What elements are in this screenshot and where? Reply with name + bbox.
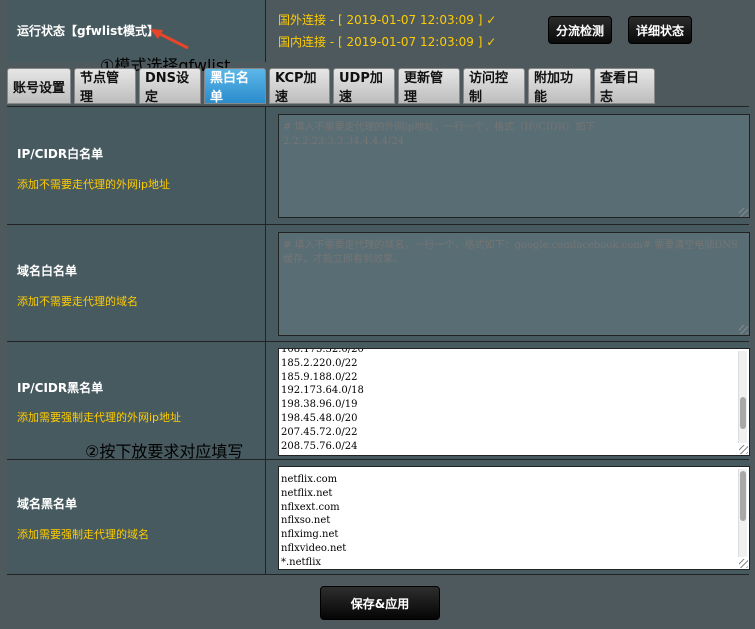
ip_black-line: 185.2.220.0/22	[281, 357, 358, 369]
tab-update[interactable]: 更新管理	[398, 68, 460, 105]
tab-access-control[interactable]: 访问控制	[463, 68, 525, 105]
ip_black-line: 208.75.76.0/24	[281, 440, 358, 452]
domain-blacklist-desc: 添加需要强制走代理的域名	[17, 528, 149, 541]
resize-handle-icon[interactable]	[739, 559, 748, 568]
ip_black-line: 108.175.32.0/20	[281, 348, 364, 355]
tab-logs[interactable]: 查看日志	[594, 68, 655, 105]
ip_black-line: 192.173.64.0/18	[281, 385, 364, 397]
tab-addons[interactable]: 附加功能	[528, 68, 591, 105]
resize-handle-icon[interactable]	[739, 208, 748, 217]
domain-blacklist-title: 域名黑名单	[17, 497, 78, 511]
bottom-bar: 保存&应用	[0, 576, 755, 629]
ip-whitelist-textarea[interactable]	[278, 114, 750, 218]
scrollbar[interactable]	[738, 469, 747, 557]
save-apply-button[interactable]: 保存&应用	[320, 586, 440, 620]
tab-kcp[interactable]: KCP加速	[269, 68, 330, 105]
resize-handle-icon[interactable]	[739, 445, 748, 454]
tab-blackwhite-list[interactable]: 黑白名单	[204, 68, 266, 105]
row-label-cell: 域名黑名单 添加需要强制走代理的域名	[7, 460, 266, 574]
ip_black-line: 185.9.188.0/22	[281, 371, 358, 383]
domain-whitelist-title: 域名白名单	[17, 264, 78, 278]
tab-account[interactable]: 账号设置	[7, 68, 71, 104]
domain_black-line: *.netflix	[281, 556, 322, 568]
domain_black-line: netflix.net	[281, 487, 333, 499]
domain_black-line: nflxso.net	[281, 515, 331, 527]
domain-blacklist-row: 域名黑名单 添加需要强制走代理的域名 netflix.com netflix.ne…	[7, 459, 750, 575]
domain-blacklist-textarea[interactable]: netflix.com netflix.net nflxext.com nflxso.…	[278, 466, 750, 570]
domain-whitelist-textarea[interactable]	[278, 232, 750, 336]
tab-udp[interactable]: UDP加速	[333, 68, 395, 105]
domain_black-line: netflix.com	[281, 474, 338, 485]
domain_black-line: nflxvideo.net	[281, 542, 347, 554]
scrollbar-thumb[interactable]	[740, 397, 746, 429]
ip-blacklist-textarea[interactable]: 108.175.32.0/20 185.2.220.0/22 185.9.188.0…	[278, 348, 750, 456]
tab-bar: 账号设置 节点管理 DNS设定 黑白名单 KCP加速 UDP加速 更新管理 访问…	[7, 68, 658, 105]
ip-blacklist-title: IP/CIDR黑名单	[17, 381, 104, 395]
row-label-cell: 域名白名单 添加不需要走代理的域名	[7, 225, 266, 341]
domain-whitelist-row: 域名白名单 添加不需要走代理的域名	[7, 224, 750, 341]
ip-whitelist-desc: 添加不需要走代理的外网ip地址	[17, 178, 171, 191]
row-label-cell: IP/CIDR白名单 添加不需要走代理的外网ip地址	[7, 107, 266, 224]
scrollbar-thumb[interactable]	[740, 471, 746, 521]
ip-whitelist-row: IP/CIDR白名单 添加不需要走代理的外网ip地址	[7, 106, 750, 224]
resize-handle-icon[interactable]	[739, 325, 748, 334]
ip_black-line: 198.45.48.0/20	[281, 412, 358, 424]
domain-whitelist-desc: 添加不需要走代理的域名	[17, 295, 138, 308]
scrollbar[interactable]	[738, 351, 747, 443]
tab-dns[interactable]: DNS设定	[139, 68, 201, 105]
ip-blacklist-desc: 添加需要强制走代理的外网ip地址	[17, 411, 182, 424]
annotation-step2: ②按下放要求对应填写	[85, 442, 244, 461]
tab-nodes[interactable]: 节点管理	[74, 68, 136, 105]
ip-whitelist-title: IP/CIDR白名单	[17, 147, 104, 161]
ip_black-line: 198.38.96.0/19	[281, 399, 358, 411]
ip_black-line: 207.45.72.0/22	[281, 426, 358, 438]
domain_black-line: nflximg.net	[281, 529, 339, 541]
domain_black-line: nflxext.com	[281, 501, 340, 513]
